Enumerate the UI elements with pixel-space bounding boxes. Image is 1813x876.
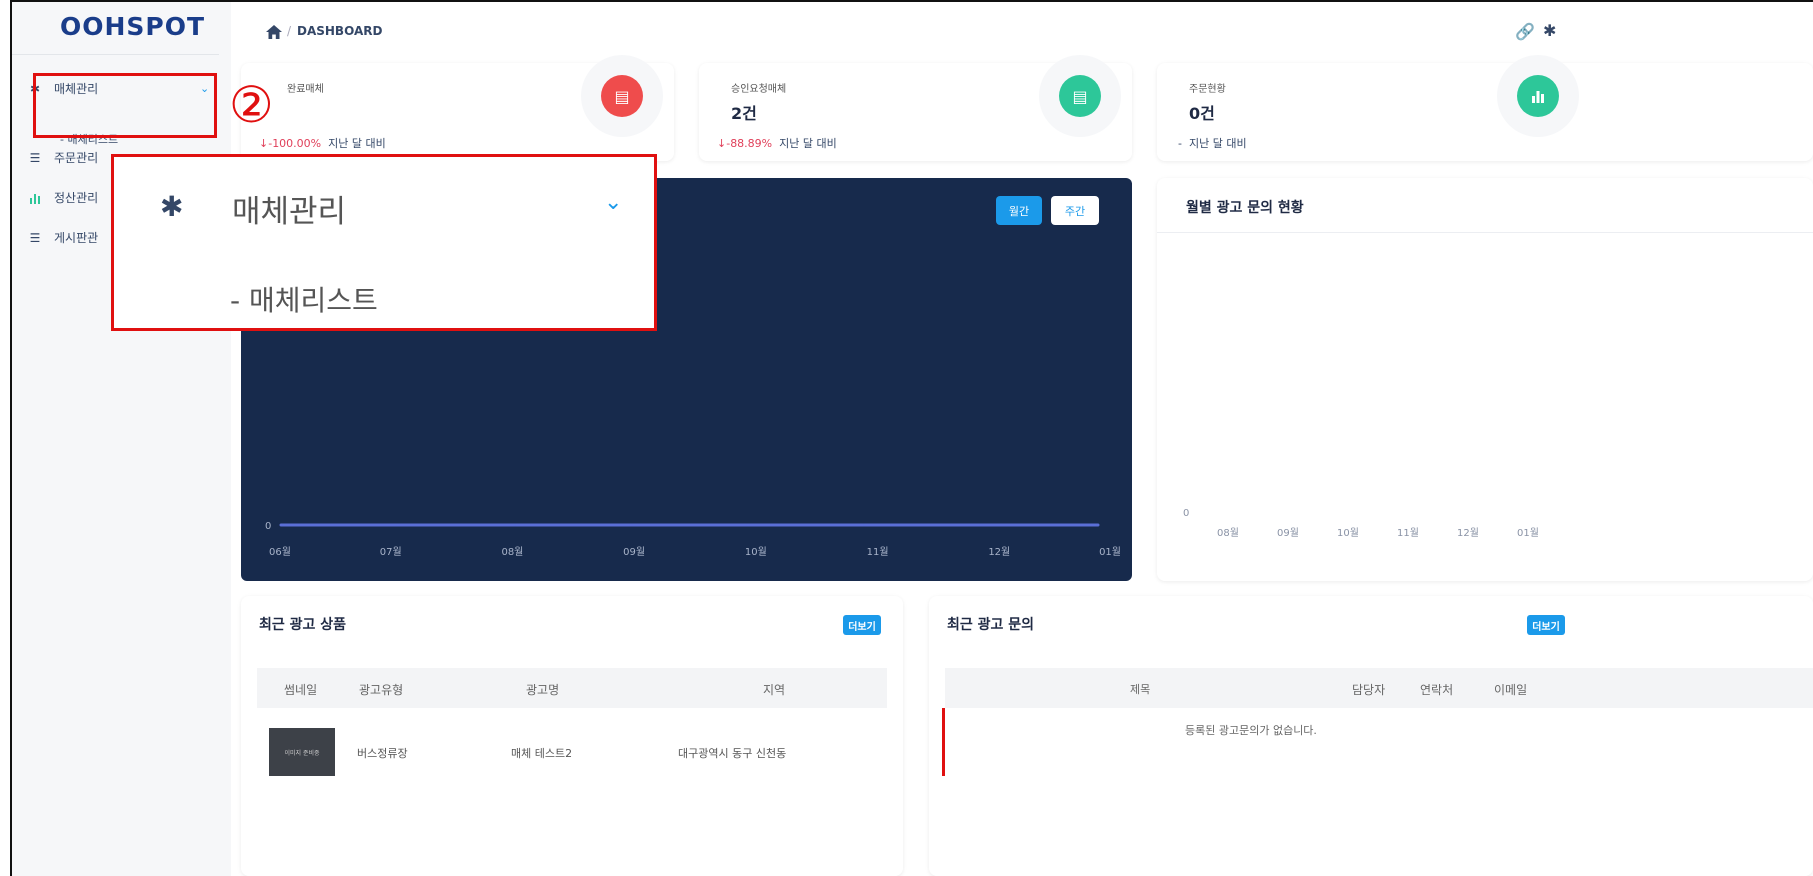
sidebar-item-settlement[interactable]: 정산관리 bbox=[28, 189, 98, 206]
x-tick-label: 09월 bbox=[623, 546, 645, 558]
recent-products-card bbox=[241, 596, 903, 876]
x-tick-label: 07월 bbox=[380, 546, 402, 558]
x-tick-label: 09월 bbox=[1277, 527, 1299, 539]
empty-state-message: 등록된 광고문의가 없습니다. bbox=[1185, 724, 1317, 737]
column-header: 지역 bbox=[763, 683, 786, 697]
column-header: 담당자 bbox=[1352, 683, 1386, 697]
step-number-badge: ② bbox=[229, 76, 274, 134]
inquiry-bar-chart: 0 08월 09월 10월 11월 12월 01월 bbox=[1183, 508, 1539, 539]
data-point bbox=[1096, 523, 1100, 527]
x-tick-label: 11월 bbox=[1397, 527, 1419, 539]
x-tick-label: 10월 bbox=[1337, 527, 1359, 539]
data-point bbox=[863, 523, 867, 527]
column-header: 연락처 bbox=[1420, 683, 1454, 697]
card-icon: ▤ bbox=[601, 75, 643, 117]
sidebar-item-label: 게시판관 bbox=[54, 231, 99, 245]
stat-delta-suffix: 지난 달 대비 bbox=[1188, 137, 1247, 150]
logo-text: OOHSPOT bbox=[60, 12, 206, 41]
zoom-subitem: - 매체리스트 bbox=[230, 284, 378, 317]
logo-divider bbox=[12, 54, 219, 55]
stat-delta-suffix: 지난 달 대비 bbox=[779, 137, 837, 150]
stat-value: 2건 bbox=[731, 104, 757, 123]
stat-value: 0건 bbox=[1189, 104, 1215, 123]
stat-footer: ↓-88.89% 지난 달 대비 bbox=[717, 135, 837, 151]
section-title: 최근 광고 문의 bbox=[947, 617, 1035, 633]
y-tick-label: 0 bbox=[265, 521, 271, 532]
column-header: 이메일 bbox=[1494, 683, 1528, 697]
x-tick-label: 08월 bbox=[1217, 527, 1239, 539]
zoom-callout bbox=[111, 154, 657, 331]
gear-icon: ✱ bbox=[160, 190, 184, 223]
section-title: 최근 광고 상품 bbox=[259, 617, 347, 633]
table-cell-type: 버스정류장 bbox=[357, 747, 408, 760]
annotation-red-line bbox=[942, 708, 945, 776]
x-tick-label: 06월 bbox=[269, 546, 291, 558]
stat-delta: -100.00% bbox=[268, 137, 322, 150]
x-tick-label: 01월 bbox=[1517, 527, 1539, 539]
sidebar-item-orders[interactable]: ☰ 주문관리 bbox=[28, 149, 99, 166]
y-tick-label: 0 bbox=[1183, 508, 1189, 519]
data-point bbox=[512, 523, 516, 527]
sidebar-item-label: 주문관리 bbox=[54, 151, 99, 165]
down-arrow-icon: ↓ bbox=[259, 137, 269, 150]
card-icon: ▤ bbox=[1059, 75, 1101, 117]
table-header bbox=[257, 668, 887, 708]
x-tick-label: 08월 bbox=[501, 546, 523, 558]
breadcrumb[interactable]: DASHBOARD bbox=[297, 24, 382, 38]
stat-delta-suffix: 지난 달 대비 bbox=[328, 137, 386, 150]
down-arrow-icon: ↓ bbox=[717, 137, 727, 150]
stat-footer: - 지난 달 대비 bbox=[1178, 135, 1247, 151]
stat-card-orders bbox=[1157, 63, 1813, 161]
column-header: 광고유형 bbox=[359, 683, 404, 697]
data-point bbox=[746, 523, 750, 527]
thumbnail-caption: 이미지 준비중 bbox=[284, 749, 320, 757]
x-tick-label: 12월 bbox=[988, 546, 1010, 558]
sidebar-item-board[interactable]: ☰ 게시판관 bbox=[28, 229, 99, 246]
table-cell-name[interactable]: 매체 테스트2 bbox=[511, 745, 572, 761]
x-tick-label: 01월 bbox=[1099, 546, 1121, 558]
more-button[interactable]: 더보기 bbox=[1527, 615, 1565, 635]
x-tick-label: 12월 bbox=[1457, 527, 1479, 539]
column-header: 제목 bbox=[1130, 683, 1151, 696]
stat-label: 주문현황 bbox=[1189, 84, 1226, 95]
annotation-highlight-box bbox=[33, 73, 217, 138]
logo[interactable]: OOHSPOT bbox=[60, 12, 205, 41]
more-button[interactable]: 더보기 bbox=[843, 615, 881, 635]
breadcrumb-separator: / bbox=[287, 24, 292, 38]
gear-icon[interactable]: ✱ bbox=[1543, 21, 1556, 40]
x-tick-label: 10월 bbox=[745, 546, 767, 558]
stat-footer: ↓-100.00% 지난 달 대비 bbox=[259, 135, 386, 151]
zoom-title: 매체관리 bbox=[232, 194, 347, 230]
recent-inquiries-card bbox=[929, 596, 1813, 876]
home-icon[interactable] bbox=[266, 25, 282, 39]
sidebar-item-label: 정산관리 bbox=[54, 191, 99, 205]
topbar bbox=[231, 2, 1813, 62]
stat-label: 승인요청매체 bbox=[731, 84, 787, 95]
list-icon: ☰ bbox=[29, 230, 41, 245]
x-tick-label: 11월 bbox=[867, 546, 889, 558]
data-point bbox=[279, 523, 283, 527]
stat-label: 완료매체 bbox=[287, 84, 324, 95]
list-icon: ☰ bbox=[29, 150, 41, 165]
stat-delta: -88.89% bbox=[726, 137, 773, 150]
bar-chart-icon bbox=[1517, 75, 1559, 117]
bar-chart-icon bbox=[28, 191, 42, 205]
data-point bbox=[629, 523, 633, 527]
stat-delta: - bbox=[1178, 137, 1182, 150]
data-point bbox=[979, 523, 983, 527]
link-icon[interactable]: 🔗 bbox=[1515, 22, 1535, 41]
table-cell-region: 대구광역시 동구 신천동 bbox=[678, 747, 787, 760]
data-point bbox=[396, 523, 400, 527]
chevron-down-icon: ⌄ bbox=[604, 190, 623, 215]
product-thumbnail[interactable]: 이미지 준비중 bbox=[269, 728, 335, 776]
column-header: 썸네일 bbox=[284, 683, 318, 697]
column-header: 광고명 bbox=[526, 683, 560, 697]
